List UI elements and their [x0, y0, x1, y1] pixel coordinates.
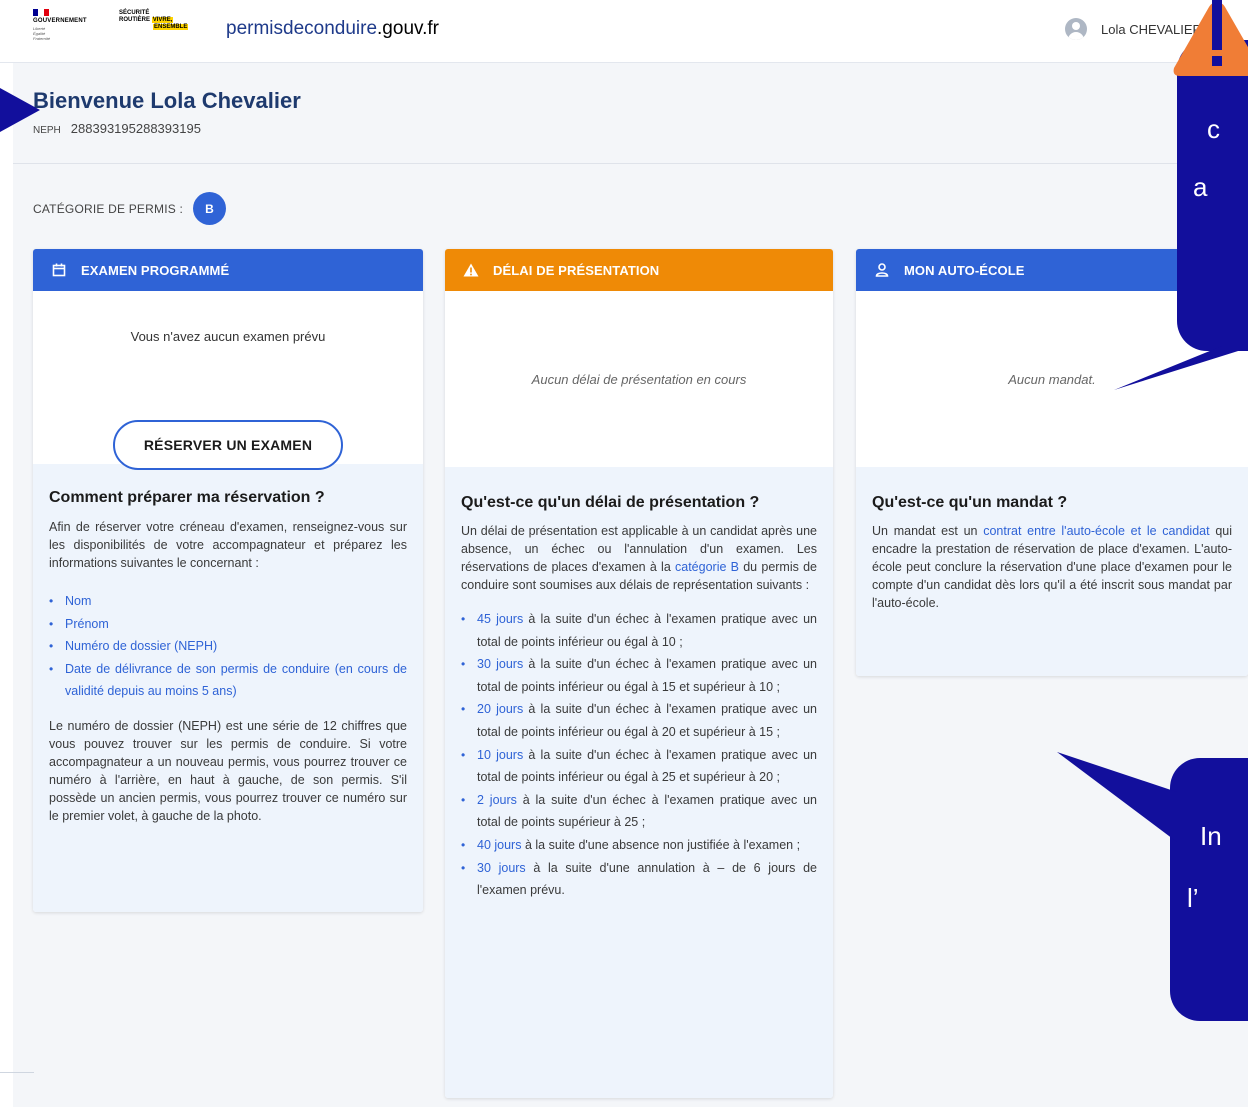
calendar-icon	[51, 262, 67, 278]
warning-triangle-icon	[1173, 0, 1248, 76]
user-avatar-icon	[1065, 18, 1087, 40]
delay-info-title: Qu'est-ce qu'un délai de présentation ?	[461, 494, 760, 511]
neph-line: NEPH 288393195288393195	[33, 121, 301, 136]
list-item: 10 jours à la suite d'un échec à l'exame…	[461, 744, 817, 789]
delay-card-header: DÉLAI DE PRÉSENTATION	[445, 249, 833, 291]
callout-tail-bottom	[1057, 752, 1177, 842]
list-item: 30 jours à la suite d'une annulation à –…	[461, 857, 817, 902]
warning-icon	[463, 262, 479, 278]
list-item: 40 jours à la suite d'une absence non ju…	[461, 834, 817, 857]
exam-card: EXAMEN PROGRAMMÉ Vous n'avez aucun exame…	[33, 249, 423, 912]
list-item: Prénom	[49, 613, 407, 636]
welcome-block: Bienvenue Lola Chevalier NEPH 28839319528…	[33, 88, 301, 136]
exam-card-header: EXAMEN PROGRAMMÉ	[33, 249, 423, 291]
user-icon	[874, 262, 890, 278]
delay-rules-list: 45 jours à la suite d'un échec à l'exame…	[461, 608, 817, 902]
exam-info-title: Comment préparer ma réservation ?	[49, 489, 325, 506]
delay-info-intro: Un délai de présentation est applicable …	[461, 524, 818, 592]
school-info-text: Un mandat est un contrat entre l'auto-éc…	[872, 524, 1232, 610]
page-title: Bienvenue Lola Chevalier	[33, 88, 301, 113]
exam-status-area: Vous n'avez aucun examen prévu RÉSERVER …	[33, 291, 423, 470]
top-bar: GOUVERNEMENT Liberté Égalité Fraternité …	[0, 0, 1248, 63]
list-item: Date de délivrance de son permis de cond…	[49, 658, 407, 703]
category-badge[interactable]: B	[193, 192, 226, 225]
callout-arrow-left	[0, 88, 40, 132]
delay-link[interactable]: 40 jours	[477, 838, 521, 852]
delay-link[interactable]: 45 jours	[477, 612, 523, 626]
gov-text: GOUVERNEMENT	[33, 18, 87, 24]
left-edge-divider	[0, 1072, 34, 1073]
government-logo[interactable]: GOUVERNEMENT Liberté Égalité Fraternité	[33, 9, 111, 51]
list-item: 30 jours à la suite d'un échec à l'exame…	[461, 653, 817, 698]
school-card-title: MON AUTO-ÉCOLE	[904, 262, 1025, 278]
neph-value: 288393195288393195	[70, 121, 201, 136]
delay-link[interactable]: 30 jours	[477, 657, 523, 671]
callout-bottom-text: In l’	[1187, 821, 1222, 913]
section-divider	[13, 163, 1248, 164]
french-flag-icon	[33, 9, 49, 16]
delay-link[interactable]: 30 jours	[477, 861, 526, 875]
securite-routiere-logo[interactable]: SÉCURITÉ ROUTIÈRE VIVRE, ENSEMBLE	[119, 10, 205, 44]
exam-info-outro: Le numéro de dossier (NEPH) est une séri…	[49, 718, 407, 823]
category-b-link[interactable]: catégorie B	[675, 560, 739, 574]
delay-link[interactable]: 10 jours	[477, 748, 523, 762]
list-item: 45 jours à la suite d'un échec à l'exame…	[461, 608, 817, 653]
delay-info-panel: Qu'est-ce qu'un délai de présentation ? …	[445, 467, 833, 1098]
reserve-exam-button[interactable]: RÉSERVER UN EXAMEN	[113, 420, 343, 470]
list-item: 20 jours à la suite d'un échec à l'exame…	[461, 698, 817, 743]
delay-link[interactable]: 20 jours	[477, 702, 523, 716]
exam-info-panel: Comment préparer ma réservation ? Afin d…	[33, 464, 423, 912]
mandate-contract-link[interactable]: contrat entre l'auto-école et le candida…	[983, 524, 1209, 538]
delay-card-title: DÉLAI DE PRÉSENTATION	[493, 262, 660, 278]
gov-motto: Liberté Égalité Fraternité	[33, 26, 51, 41]
no-exam-text: Vous n'avez aucun examen prévu	[130, 329, 326, 344]
callout-top-text: c a	[1193, 114, 1220, 202]
delay-status-area: Aucun délai de présentation en cours	[445, 291, 833, 467]
callout-tail-top	[1114, 346, 1248, 390]
left-edge-strip	[0, 63, 13, 1107]
school-info-title: Qu'est-ce qu'un mandat ?	[872, 494, 1068, 511]
category-label: CATÉGORIE DE PERMIS :	[33, 201, 183, 216]
no-delay-text: Aucun délai de présentation en cours	[531, 372, 747, 387]
list-item: Numéro de dossier (NEPH)	[49, 635, 407, 658]
list-item: 2 jours à la suite d'un échec à l'examen…	[461, 789, 817, 834]
delay-card: DÉLAI DE PRÉSENTATION Aucun délai de pré…	[445, 249, 833, 1098]
category-line: CATÉGORIE DE PERMIS : B	[33, 192, 226, 225]
exam-info-list: Nom Prénom Numéro de dossier (NEPH) Date…	[49, 590, 407, 703]
delay-link[interactable]: 2 jours	[477, 793, 517, 807]
exam-card-title: EXAMEN PROGRAMMÉ	[81, 262, 230, 278]
list-item: Nom	[49, 590, 407, 613]
site-home-link[interactable]: permisdeconduire.gouv.fr	[226, 18, 439, 40]
exam-info-intro: Afin de réserver votre créneau d'examen,…	[49, 520, 407, 570]
school-info-panel: Qu'est-ce qu'un mandat ? Un mandat est u…	[856, 467, 1248, 676]
